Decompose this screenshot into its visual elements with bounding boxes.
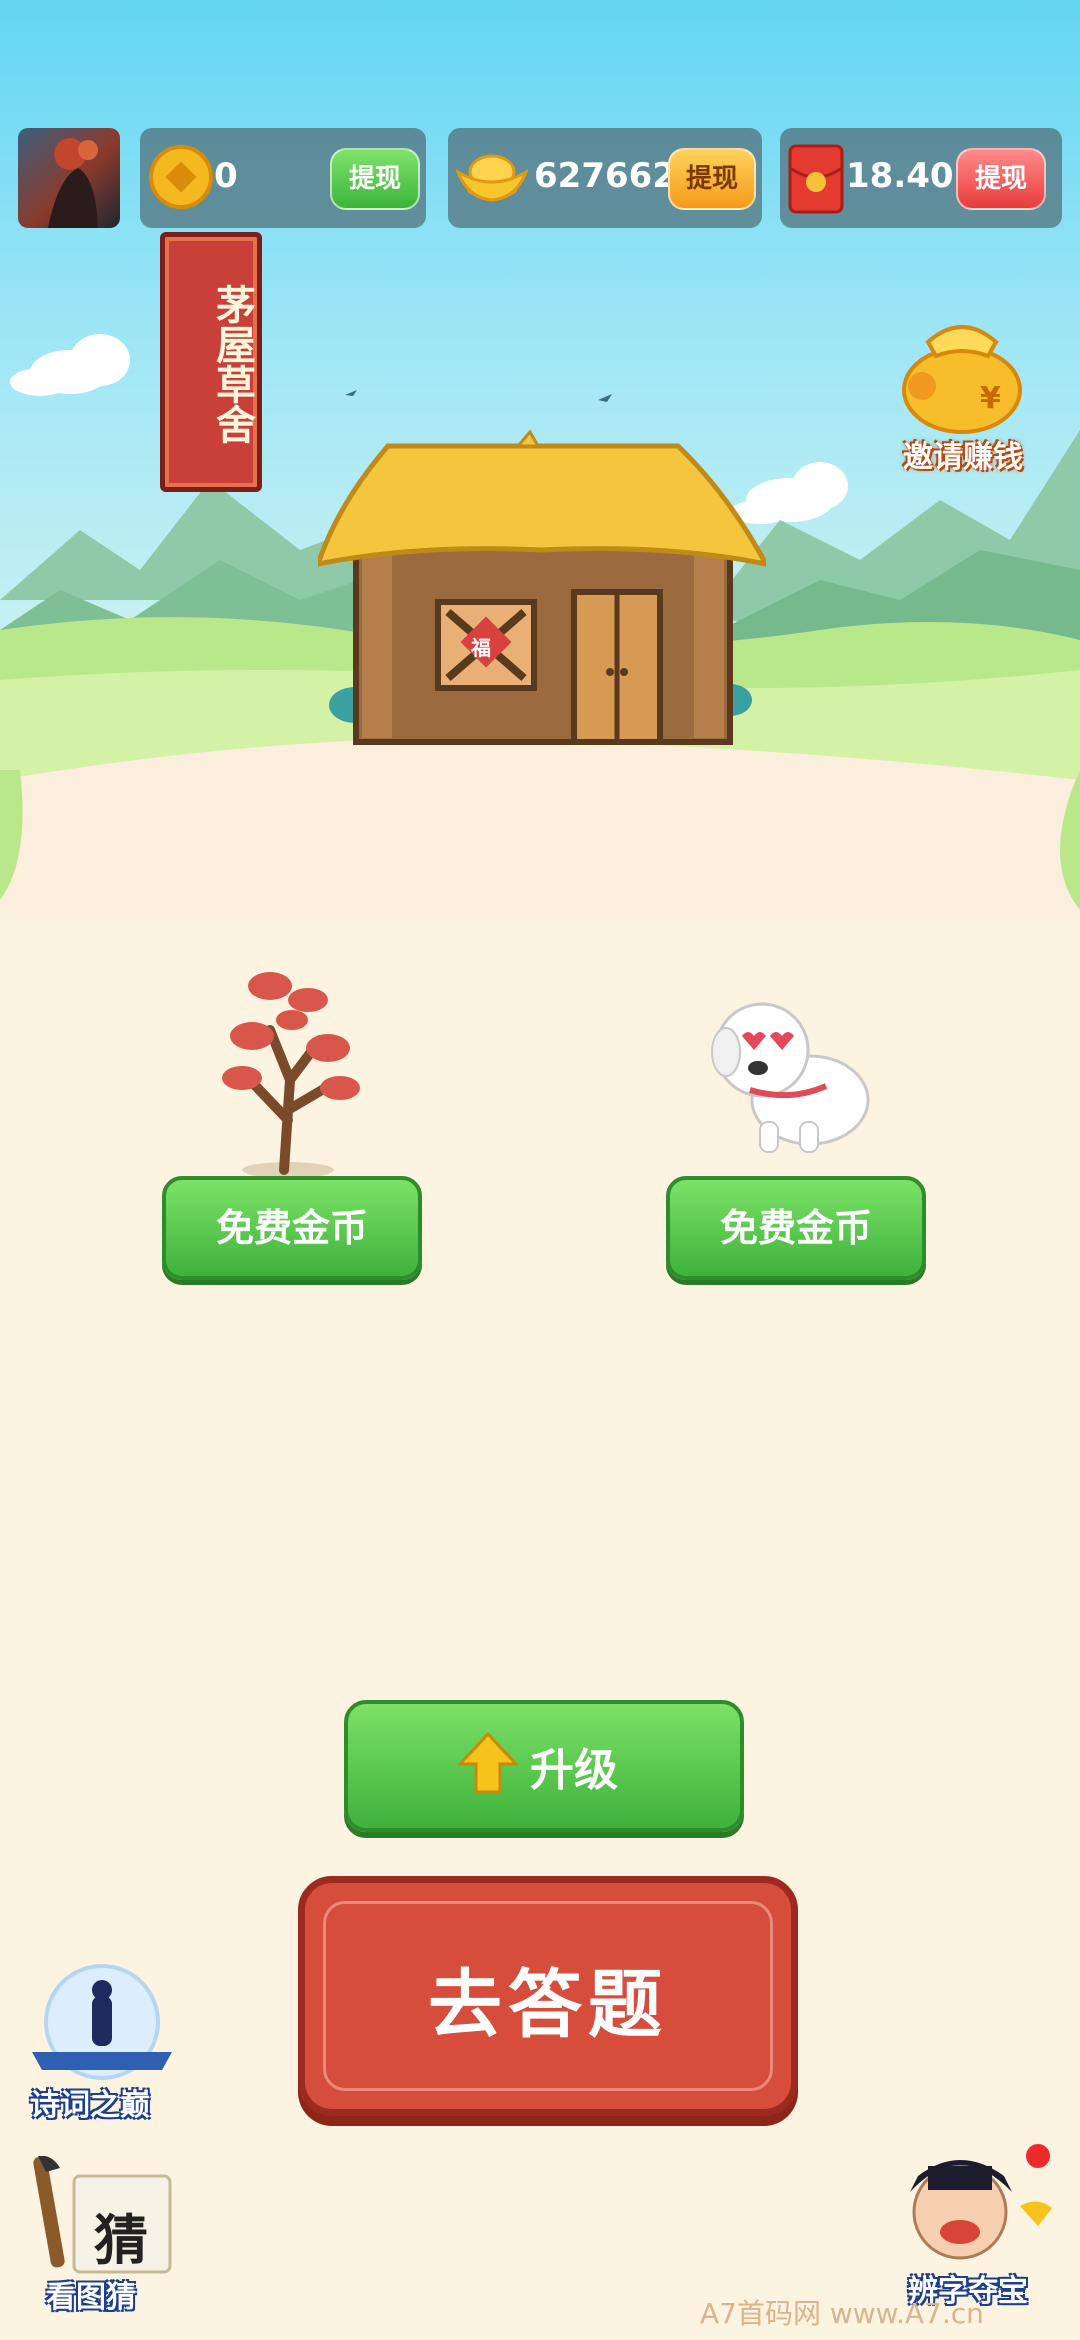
money-tree-icon[interactable]: [210, 960, 370, 1180]
user-avatar[interactable]: [18, 128, 120, 228]
dog-pet-icon[interactable]: [700, 990, 880, 1160]
gold-ingot-icon: [456, 154, 528, 202]
thatched-house-icon[interactable]: [318, 424, 766, 754]
go-answer-button[interactable]: 去答题: [298, 1876, 798, 2116]
poetry-summit-icon[interactable]: [22, 1960, 182, 2080]
arrow-up-icon: [458, 1732, 518, 1794]
house-name-banner: 茅屋草舍: [160, 232, 262, 492]
red-envelope-icon: [788, 144, 844, 214]
copper-coin-icon: [149, 145, 213, 209]
word-treasure-icon[interactable]: [888, 2136, 1058, 2276]
picture-guess-char: 猜: [94, 2209, 148, 2272]
avatar-image: [48, 138, 98, 228]
coin-withdraw-button[interactable]: 提现: [330, 148, 420, 210]
dog-free-coins-button[interactable]: 免费金币: [666, 1176, 926, 1280]
poetry-summit-label[interactable]: 诗词之巅: [30, 2080, 150, 2124]
coin-balance-value: 0: [214, 156, 238, 196]
picture-guess-label[interactable]: 看图猜: [46, 2272, 136, 2316]
piggy-bank-icon[interactable]: ¥: [888, 312, 1038, 438]
go-answer-label: 去答题: [428, 1962, 668, 2048]
coin-balance-pill: 0 提现: [140, 128, 426, 228]
redpacket-withdraw-button[interactable]: 提现: [956, 148, 1046, 210]
ingot-balance-value: 627662: [534, 156, 676, 196]
house-name-text: 茅屋草舍: [209, 284, 255, 444]
svg-text:¥: ¥: [980, 381, 1001, 416]
redpacket-balance-pill: 18.40 提现: [780, 128, 1062, 228]
house-fu-sign: 福: [471, 636, 491, 660]
upgrade-label: 升级: [530, 1745, 618, 1796]
redpacket-balance-value: 18.40: [846, 156, 954, 196]
site-watermark: A7首码网 www.A7.cn: [700, 2297, 984, 2330]
upgrade-button[interactable]: 升级: [344, 1700, 744, 1832]
tree-free-coins-button[interactable]: 免费金币: [162, 1176, 422, 1280]
invite-earn-label[interactable]: 邀请赚钱: [888, 432, 1038, 476]
ingot-balance-pill: 627662 提现: [448, 128, 762, 228]
ingot-withdraw-button[interactable]: 提现: [668, 148, 756, 210]
